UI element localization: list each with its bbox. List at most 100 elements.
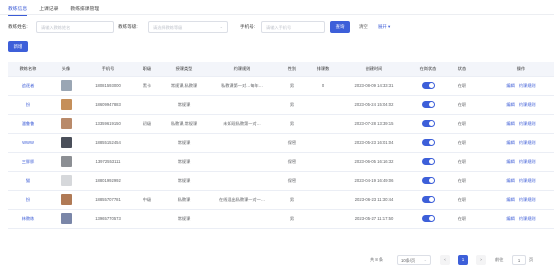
column-header: 约课规则 xyxy=(206,62,278,77)
avatar-cell xyxy=(48,95,84,115)
search-button[interactable]: 查询 xyxy=(330,21,350,33)
page-size-select[interactable]: 10条/页 ⌄ xyxy=(397,255,431,265)
coach-name-cell[interactable]: 扮 xyxy=(8,190,48,210)
level-filter-label: 教练等级: xyxy=(118,24,138,29)
edit-link[interactable]: 编辑 xyxy=(506,83,514,88)
expand-toggle[interactable]: 展开 ▾ xyxy=(378,21,390,33)
booking-rule-link[interactable]: 约课规则 xyxy=(519,159,536,164)
edit-link[interactable]: 编辑 xyxy=(506,159,514,164)
booking-rule-link[interactable]: 约课规则 xyxy=(519,178,536,183)
booking-rule-link[interactable]: 约课规则 xyxy=(519,197,536,202)
coach-name-cell[interactable]: 猫 xyxy=(8,171,48,191)
on-duty-toggle[interactable] xyxy=(421,101,435,108)
avatar-cell xyxy=(48,114,84,134)
coach-table: 教练名称 头像 手机号 职级 授课类型 约课规则 性别 排课数 创建时间 在岗状… xyxy=(8,62,554,229)
on-duty-cell xyxy=(408,152,448,172)
schedule-count-cell: 0 xyxy=(306,76,340,96)
page-unit-label: 页 xyxy=(529,257,534,262)
reset-button[interactable]: 清空 xyxy=(356,21,371,33)
page-size-value: 10条/页 xyxy=(401,258,416,263)
coach-name-cell[interactable]: 林教练 xyxy=(8,209,48,229)
schedule-count-cell xyxy=(306,190,340,210)
created-time-cell: 2023-05-27 11:17:50 xyxy=(340,209,408,229)
on-duty-toggle[interactable] xyxy=(421,82,435,89)
avatar xyxy=(60,137,72,148)
column-header: 排课数 xyxy=(306,62,340,77)
booking-rule-link[interactable]: 约课规则 xyxy=(519,140,536,145)
actions-cell: 编辑 约课规则 xyxy=(476,171,554,191)
avatar xyxy=(60,80,72,91)
gender-cell: 男 xyxy=(278,114,306,134)
coach-name-cell[interactable]: WWW xyxy=(8,133,48,153)
coach-name-cell[interactable]: 潘鲁鲁 xyxy=(8,114,48,134)
tab-divider xyxy=(0,14,554,15)
gender-cell: 保密 xyxy=(278,152,306,172)
booking-rule-link[interactable]: 约课规则 xyxy=(519,216,536,221)
on-duty-toggle[interactable] xyxy=(421,215,435,222)
edit-link[interactable]: 编辑 xyxy=(506,216,514,221)
avatar xyxy=(60,156,72,167)
edit-link[interactable]: 编辑 xyxy=(506,178,514,183)
coach-level-select[interactable]: 请选择教练等级 ⌄ xyxy=(148,21,228,33)
actions-cell: 编辑 约课规则 xyxy=(476,190,554,210)
phone-cell: 13359619150 xyxy=(84,114,132,134)
page-number-button[interactable]: 1 xyxy=(458,255,468,265)
course-type-cell: 常规课 xyxy=(162,95,206,115)
on-duty-cell xyxy=(408,95,448,115)
schedule-count-cell xyxy=(306,152,340,172)
created-time-cell: 2023-05-23 16:01:04 xyxy=(340,133,408,153)
phone-cell: 18855707781 xyxy=(84,190,132,210)
column-header: 性别 xyxy=(278,62,306,77)
schedule-count-cell xyxy=(306,133,340,153)
course-type-cell: 常规课,私教课 xyxy=(162,76,206,96)
actions-cell: 编辑 约课规则 xyxy=(476,114,554,134)
coach-name-cell[interactable]: 追逐者 xyxy=(8,76,48,96)
on-duty-toggle[interactable] xyxy=(421,177,435,184)
coach-name-input[interactable] xyxy=(36,21,114,33)
phone-input[interactable] xyxy=(261,21,325,33)
avatar xyxy=(60,118,72,129)
on-duty-toggle[interactable] xyxy=(421,120,435,127)
level-cell: 黑卡 xyxy=(132,76,162,96)
coach-name-cell[interactable]: 扮 xyxy=(8,95,48,115)
booking-rule-link[interactable]: 约课规则 xyxy=(519,102,536,107)
booking-rule-cell xyxy=(206,133,278,153)
column-header: 状态 xyxy=(448,62,476,77)
edit-link[interactable]: 编辑 xyxy=(506,140,514,145)
on-duty-toggle[interactable] xyxy=(421,139,435,146)
status-cell: 在职 xyxy=(448,152,476,172)
avatar-cell xyxy=(48,76,84,96)
booking-rule-cell: 未如现私教第一对… xyxy=(206,114,278,134)
created-time-cell: 2023-08-09 14:33:31 xyxy=(340,76,408,96)
schedule-count-cell xyxy=(306,171,340,191)
booking-rule-link[interactable]: 约课规则 xyxy=(519,83,536,88)
prev-page-button[interactable]: ‹ xyxy=(440,255,450,265)
on-duty-cell xyxy=(408,190,448,210)
avatar-cell xyxy=(48,152,84,172)
on-duty-toggle[interactable] xyxy=(421,158,435,165)
schedule-count-cell xyxy=(306,95,340,115)
coach-name-cell[interactable]: 三胖胖 xyxy=(8,152,48,172)
edit-link[interactable]: 编辑 xyxy=(506,102,514,107)
on-duty-toggle[interactable] xyxy=(421,196,435,203)
table-body: 追逐者 18081593000 黑卡 常规课,私教课 私教课第一对…每年… 男 0 2023-… xyxy=(8,76,554,229)
column-header: 头像 xyxy=(48,62,84,77)
jump-page-input[interactable] xyxy=(512,255,526,265)
edit-link[interactable]: 编辑 xyxy=(506,197,514,202)
table-row: 追逐者 18081593000 黑卡 常规课,私教课 私教课第一对…每年… 男 0 2023-… xyxy=(8,76,554,96)
phone-cell: 18801992992 xyxy=(84,171,132,191)
level-cell xyxy=(132,171,162,191)
total-count: 共 8 条 xyxy=(370,257,384,262)
phone-cell: 13965770573 xyxy=(84,209,132,229)
chevron-down-icon: ⌄ xyxy=(219,24,223,29)
level-cell xyxy=(132,95,162,115)
booking-rule-link[interactable]: 约课规则 xyxy=(519,121,536,126)
course-type-cell: 常规课 xyxy=(162,133,206,153)
status-cell: 在职 xyxy=(448,114,476,134)
edit-link[interactable]: 编辑 xyxy=(506,121,514,126)
next-page-button[interactable]: › xyxy=(476,255,486,265)
add-coach-button[interactable]: 新增 xyxy=(8,41,28,52)
phone-filter-label: 手机号: xyxy=(240,24,256,29)
level-cell xyxy=(132,152,162,172)
booking-rule-cell: 私教课第一对…每年… xyxy=(206,76,278,96)
